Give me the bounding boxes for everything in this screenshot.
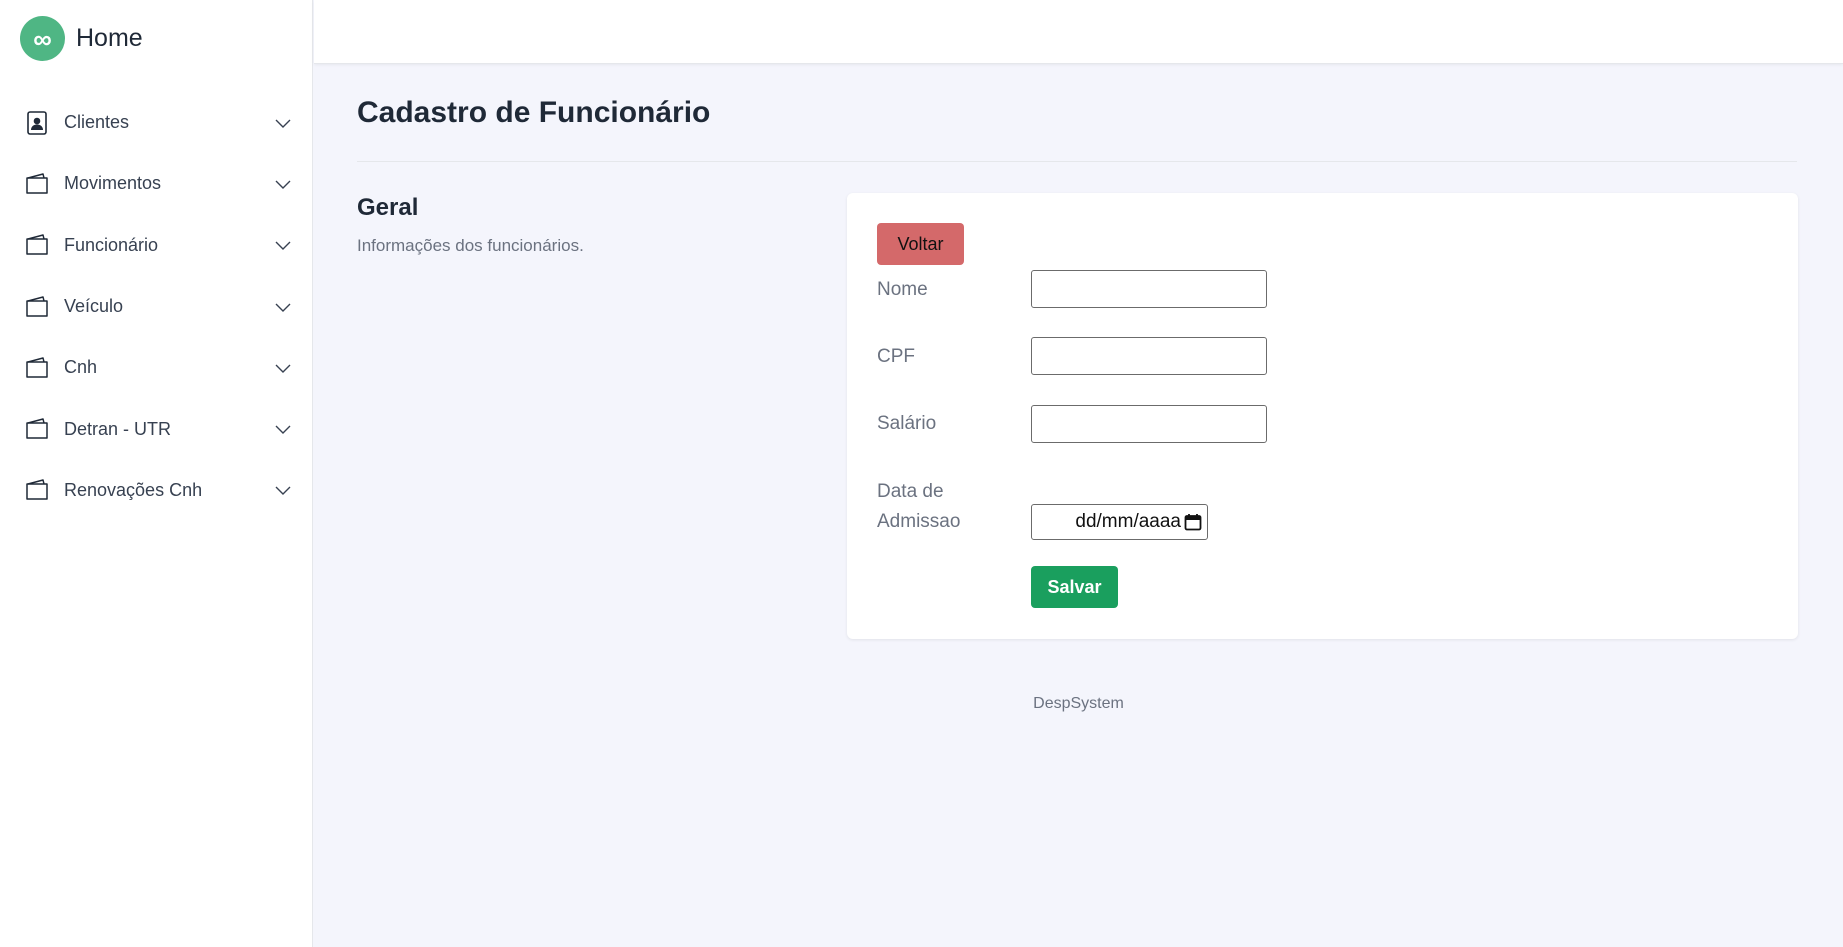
top-bar [314,0,1843,64]
sidebar-item-funcionario[interactable]: Funcionário [0,215,313,276]
sidebar-item-movimentos[interactable]: Movimentos [0,153,313,214]
wallet-icon [24,477,50,503]
chevron-down-icon[interactable] [275,482,291,498]
sidebar-item-label: Detran - UTR [64,418,172,439]
sidebar-item-cnh[interactable]: Cnh [0,337,313,398]
sidebar-item-label: Veículo [64,296,124,317]
name-label: Nome [877,279,928,300]
sidebar-item-label: Renovações Cnh [64,479,203,500]
contact-card-icon [24,110,50,136]
section-description: Informações dos funcionários. [357,236,584,255]
name-field[interactable] [1031,270,1267,308]
date-placeholder: dd/mm/aaaa [1075,511,1181,532]
sidebar-item-veiculo[interactable]: Veículo [0,276,313,337]
sidebar-item-label: Cnh [64,357,98,378]
wallet-icon [24,171,50,197]
sidebar-item-renovacoes-cnh[interactable]: Renovações Cnh [0,460,313,521]
chevron-down-icon[interactable] [275,421,291,437]
footer-text: DespSystem [1033,695,1124,712]
admission-date-label-line2: Admissao [877,511,961,532]
sidebar-item-clientes[interactable]: Clientes [0,92,313,153]
chevron-down-icon[interactable] [275,176,291,192]
chevron-down-icon[interactable] [275,360,291,376]
salary-field[interactable] [1031,405,1267,443]
employee-form-card: Voltar Nome CPF Salário Data de Admissao… [847,193,1798,639]
cpf-label: CPF [877,346,915,367]
brand-title: Home [76,24,143,52]
wallet-icon [24,355,50,381]
wallet-icon [24,416,50,442]
sidebar-item-detran-utr[interactable]: Detran - UTR [0,398,313,459]
save-button[interactable]: Salvar [1031,566,1118,608]
calendar-icon[interactable] [1183,512,1203,532]
admission-date-field[interactable]: dd/mm/aaaa [1031,504,1208,540]
infinity-logo-icon: ∞ [20,16,65,61]
chevron-down-icon[interactable] [275,237,291,253]
sidebar-item-label: Clientes [64,112,130,133]
chevron-down-icon[interactable] [275,299,291,315]
wallet-icon [24,232,50,258]
admission-date-label-line1: Data de [877,481,944,502]
sidebar: ∞ Home Clientes Movimentos Funcionário V… [0,0,313,947]
sidebar-nav: Clientes Movimentos Funcionário Veículo … [0,92,313,521]
sidebar-item-label: Movimentos [64,173,162,194]
back-button[interactable]: Voltar [877,223,964,265]
page-title: Cadastro de Funcionário [357,96,711,129]
wallet-icon [24,294,50,320]
sidebar-item-label: Funcionário [64,234,159,255]
brand-home-link[interactable]: ∞ Home [20,16,143,61]
cpf-field[interactable] [1031,337,1267,375]
divider [357,161,1797,162]
chevron-down-icon[interactable] [275,115,291,131]
salary-label: Salário [877,413,937,434]
section-title: Geral [357,194,419,221]
